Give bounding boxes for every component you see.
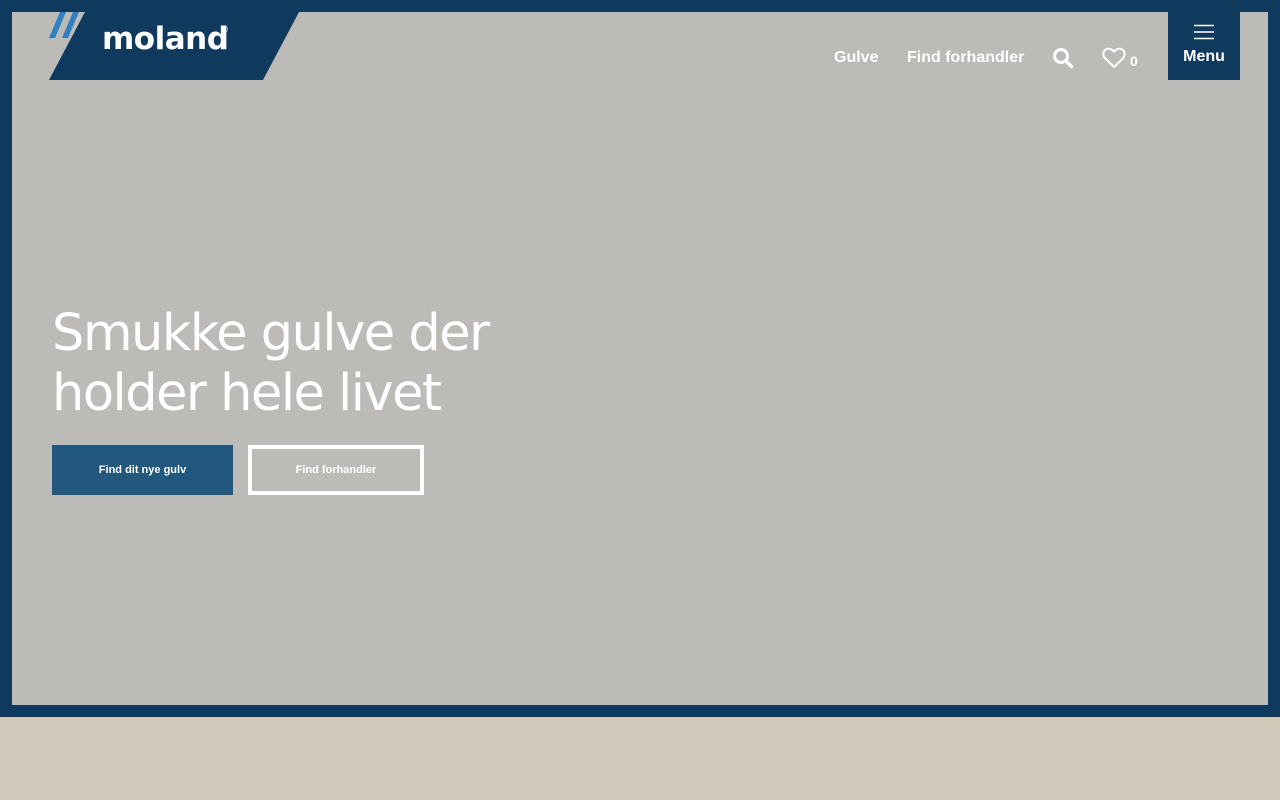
heart-icon	[1102, 47, 1126, 68]
favorites-button[interactable]: 0	[1102, 46, 1138, 70]
hero-headline-line2: holder hele livet	[52, 364, 442, 423]
nav-link-find-dealer[interactable]: Find forhandler	[907, 46, 1024, 70]
logo-slashes-icon	[49, 12, 79, 38]
menu-button[interactable]: Menu	[1168, 12, 1240, 80]
menu-label: Menu	[1183, 48, 1225, 65]
nav-link-gulve[interactable]: Gulve	[834, 46, 878, 70]
hamburger-icon	[1194, 24, 1214, 40]
logo-wordmark: moland	[102, 21, 229, 57]
logo-link[interactable]: moland ®	[49, 12, 299, 80]
search-button[interactable]	[1052, 47, 1074, 69]
find-dealer-button[interactable]: Find forhandler	[248, 445, 424, 495]
hero-headline-line1: Smukke gulve der	[52, 304, 490, 363]
search-icon	[1053, 48, 1074, 69]
favorites-count: 0	[1130, 53, 1138, 69]
logo-registered-mark: ®	[221, 25, 229, 34]
find-new-floor-button[interactable]: Find dit nye gulv	[52, 445, 233, 495]
hero-headline: Smukke gulve der holder hele livet	[52, 304, 572, 424]
